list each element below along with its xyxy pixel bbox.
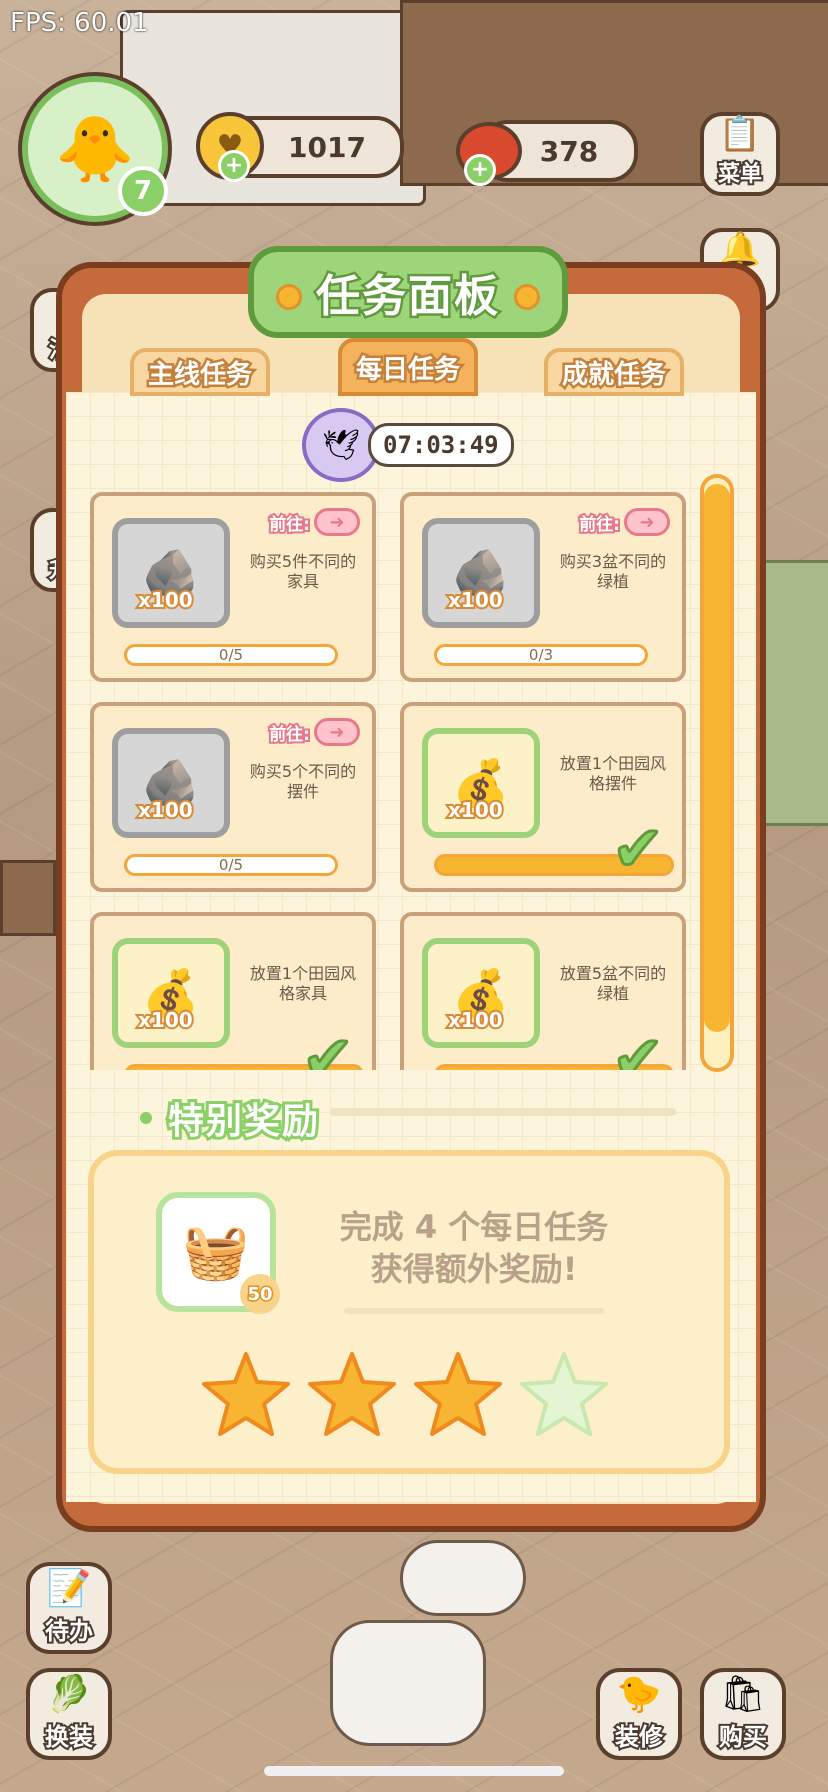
fruit-value: 378 <box>539 134 599 168</box>
panel-title: 任务面板 <box>314 269 501 325</box>
task-description: 放置5盆不同的绿植 <box>559 964 667 1003</box>
divider <box>344 1308 604 1314</box>
level-badge: 7 <box>118 166 168 216</box>
worker-icon: 🐤 <box>616 1674 662 1715</box>
bonus-heading: 特别奖励 <box>140 1092 321 1145</box>
fruit-basket-icon: 🧺 <box>182 1220 250 1283</box>
go-label: 前往: <box>267 513 312 537</box>
task-card-completed[interactable]: 💰 x100 放置1个田园风格摆件 ✔ <box>400 702 686 892</box>
task-description: 购买5个不同的摆件 <box>249 762 357 801</box>
task-description: 放置1个田园风格摆件 <box>559 754 667 793</box>
fps-counter: FPS: 60.01 <box>10 8 149 38</box>
home-indicator[interactable] <box>264 1766 564 1776</box>
bonus-description: 完成 4 个每日任务 获得额外奖励! <box>294 1206 654 1290</box>
tab-achievement-quest[interactable]: 成就任务 <box>544 348 684 396</box>
add-coin-button[interactable]: + <box>218 150 250 182</box>
title-dot-left <box>276 284 302 310</box>
star-empty-icon <box>520 1352 608 1436</box>
go-label: 前往: <box>577 513 622 537</box>
arrow-right-icon: ➜ <box>624 508 670 536</box>
decorate-label: 装修 <box>613 1721 665 1753</box>
tab-daily-quest[interactable]: 每日任务 <box>338 338 478 396</box>
sofa <box>0 860 56 936</box>
bonus-line-2: 获得额外奖励! <box>370 1250 578 1288</box>
reward-qty: x100 <box>446 796 505 824</box>
task-card: 🪨 x100 前往: ➜ 购买5件不同的家具 0/5 <box>90 492 376 682</box>
timer-value: 07:03:49 <box>368 423 514 467</box>
outfit-icon: 🥬 <box>46 1674 92 1715</box>
bonus-line-1: 完成 4 个每日任务 <box>339 1208 609 1246</box>
go-label: 前往: <box>267 723 312 747</box>
task-card-completed[interactable]: 💰 x100 放置5盆不同的绿植 ✔ <box>400 912 686 1070</box>
reward-count: 50 <box>240 1274 280 1314</box>
reward-qty: x100 <box>136 1006 195 1034</box>
reward-qty: x100 <box>446 1006 505 1034</box>
reward-qty: x100 <box>136 586 195 614</box>
task-card: 🪨 x100 前往: ➜ 购买3盆不同的绿植 0/3 <box>400 492 686 682</box>
shopping-bag-icon: 🛍 <box>720 1674 766 1715</box>
check-icon: ✔ <box>611 1021 666 1071</box>
task-description: 放置1个田园风格家具 <box>249 964 357 1003</box>
task-card: 🪨 x100 前往: ➜ 购买5个不同的摆件 0/5 <box>90 702 376 892</box>
snow-tree <box>330 1620 486 1746</box>
task-description: 购买5件不同的家具 <box>249 552 357 591</box>
decorate-button[interactable]: 🐤 装修 <box>596 1668 682 1760</box>
bonus-heading-text: 特别奖励 <box>165 1098 321 1145</box>
task-list[interactable]: 🪨 x100 前往: ➜ 购买5件不同的家具 0/5 🪨 x100 前往: ➜ … <box>84 484 702 1070</box>
shop-label: 购买 <box>717 1721 769 1753</box>
menu-button[interactable]: 📋 菜单 <box>700 112 780 196</box>
coin-value: 1017 <box>288 130 366 164</box>
star-filled-icon <box>202 1352 290 1436</box>
go-button[interactable]: 前往: ➜ <box>267 718 360 747</box>
dress-up-label: 换装 <box>43 1721 95 1753</box>
add-fruit-button[interactable]: + <box>464 154 496 186</box>
check-icon: ✔ <box>611 811 666 887</box>
dress-up-button[interactable]: 🥬 换装 <box>26 1668 112 1760</box>
reward-qty: x100 <box>136 796 195 824</box>
tab-main-quest[interactable]: 主线任务 <box>130 348 270 396</box>
panel-title-plate: 任务面板 <box>248 246 568 338</box>
arrow-right-icon: ➜ <box>314 508 360 536</box>
checklist-icon: 📝 <box>46 1568 92 1609</box>
menu-icon: 📋 <box>718 114 762 154</box>
reward-qty: x100 <box>446 586 505 614</box>
arrow-right-icon: ➜ <box>314 718 360 746</box>
bullet-icon <box>140 1112 152 1124</box>
snow-bush <box>400 1540 526 1616</box>
star-filled-icon <box>414 1352 502 1436</box>
star-filled-icon <box>308 1352 396 1436</box>
scrollbar-thumb[interactable] <box>704 484 730 1032</box>
go-button[interactable]: 前往: ➜ <box>267 508 360 537</box>
task-progress: 0/5 <box>124 854 338 876</box>
check-icon: ✔ <box>301 1021 356 1071</box>
bonus-card: 🧺 50 完成 4 个每日任务 获得额外奖励! <box>88 1150 730 1474</box>
todo-button[interactable]: 📝 待办 <box>26 1562 112 1654</box>
task-progress: 0/3 <box>434 644 648 666</box>
go-button[interactable]: 前往: ➜ <box>577 508 670 537</box>
task-description: 购买3盆不同的绿植 <box>559 552 667 591</box>
shop-button[interactable]: 🛍 购买 <box>700 1668 786 1760</box>
refresh-timer: 🕊 07:03:49 <box>302 408 514 482</box>
title-dot-right <box>514 284 540 310</box>
divider <box>330 1108 676 1116</box>
task-card-completed[interactable]: 💰 x100 放置1个田园风格家具 ✔ <box>90 912 376 1070</box>
progress-stars <box>202 1350 608 1438</box>
todo-label: 待办 <box>43 1615 95 1647</box>
menu-label: 菜单 <box>716 160 764 189</box>
task-progress: 0/5 <box>124 644 338 666</box>
